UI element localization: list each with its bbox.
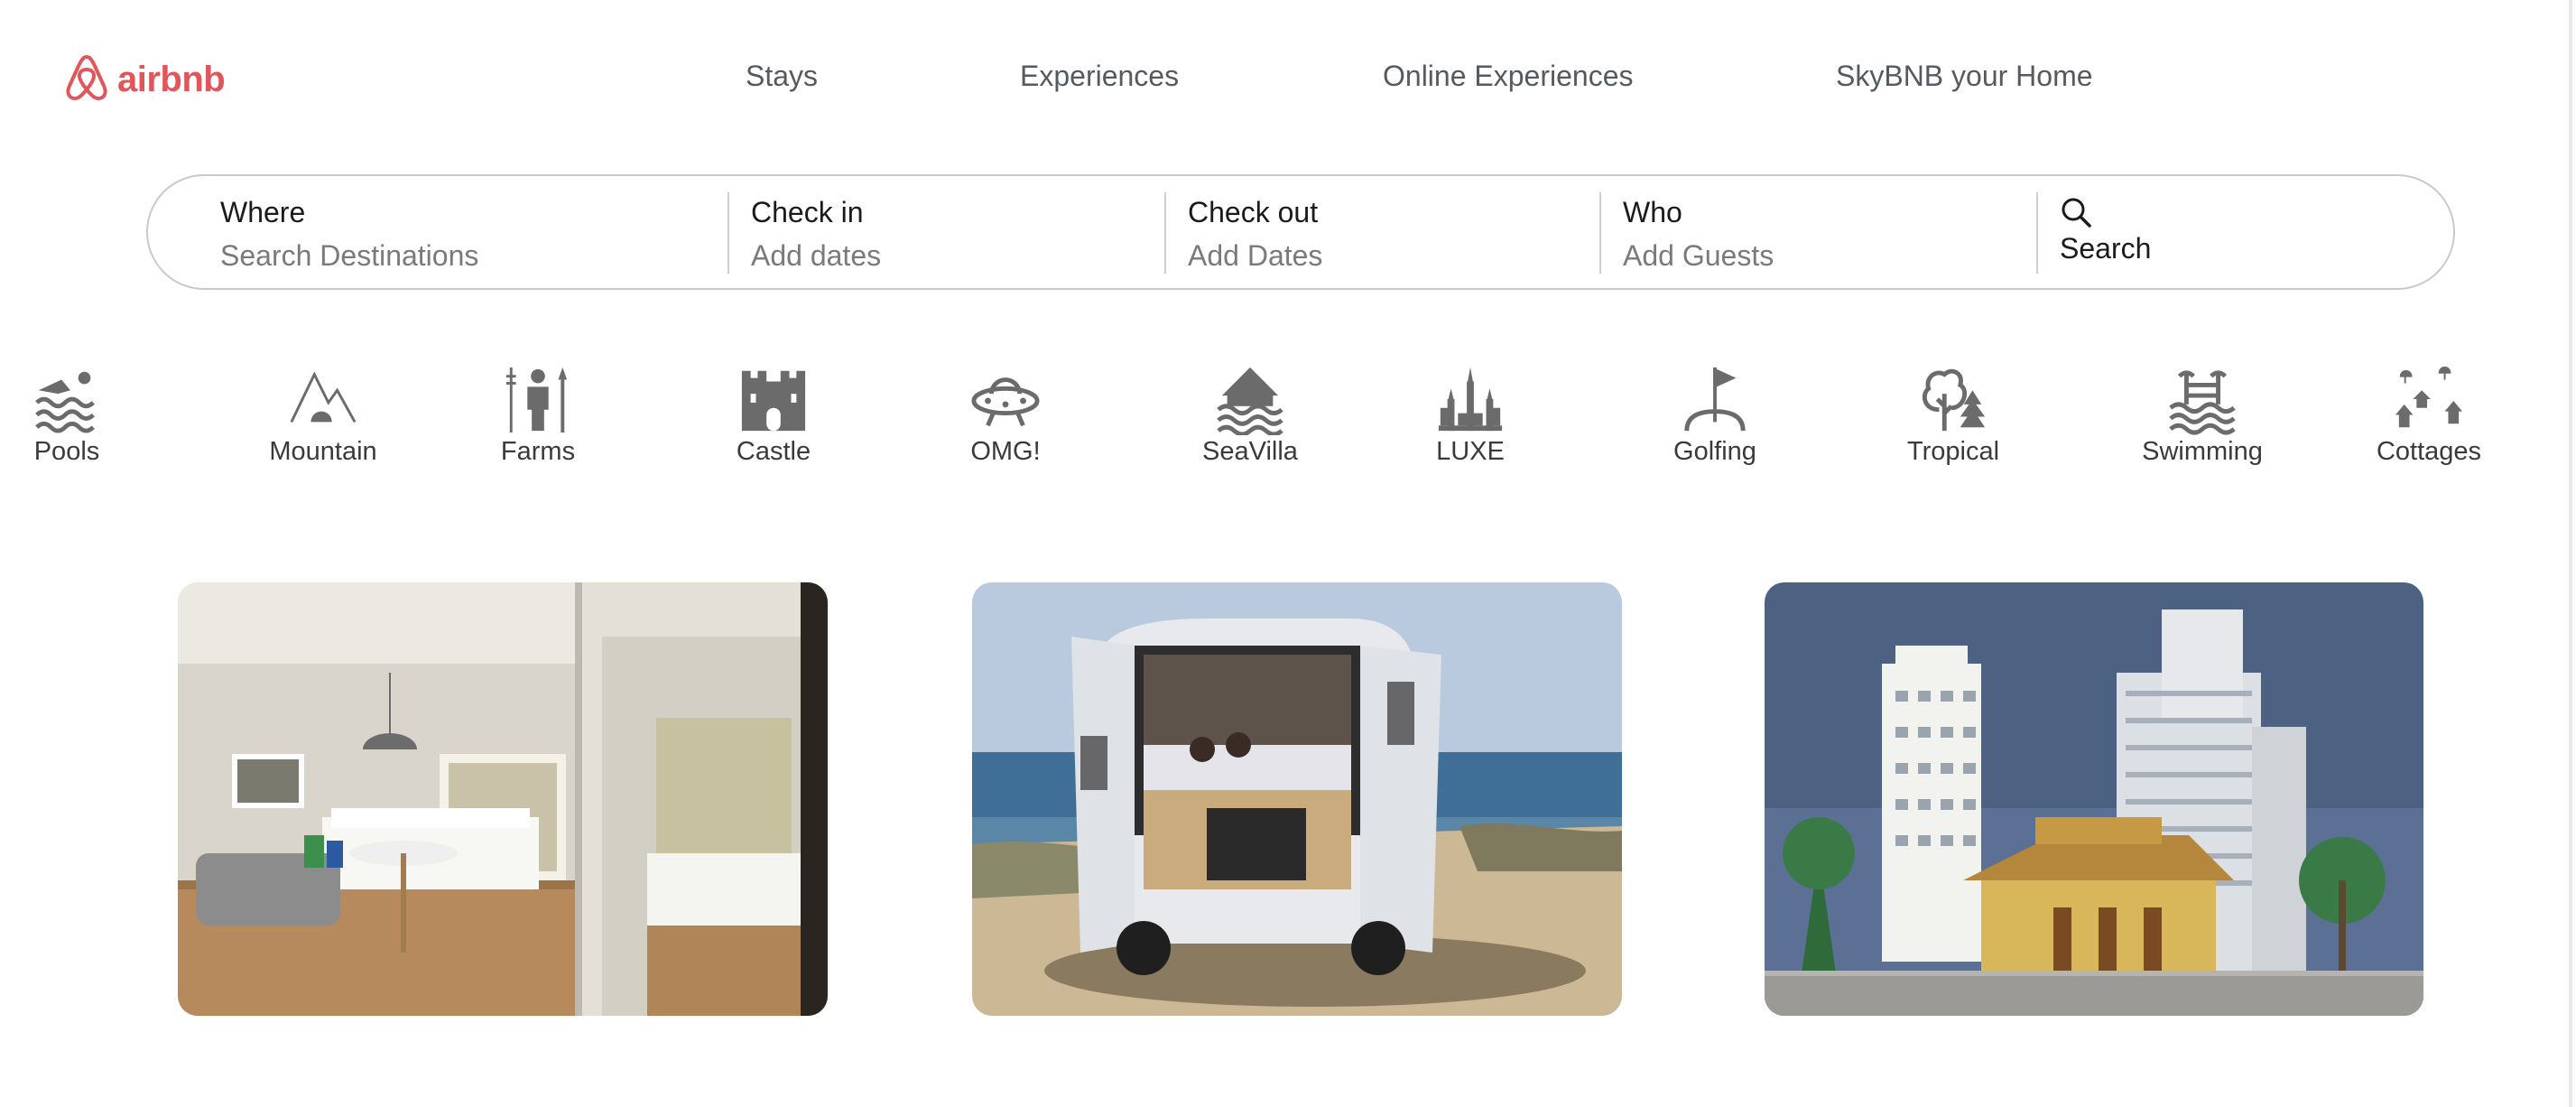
category-label: Castle [736,437,811,466]
category-label: SeaVilla [1202,437,1298,466]
who-field[interactable]: Who Add Guests [1601,176,2034,288]
category-mountain[interactable]: Mountain [251,361,395,479]
farm-icon [505,367,568,433]
category-pools[interactable]: Pools [0,361,139,479]
category-label: OMG! [970,437,1041,466]
category-tropical[interactable]: Tropical [1881,361,2025,479]
brand-name: airbnb [117,59,226,99]
category-castle[interactable]: Castle [701,361,846,479]
category-label: Tropical [1906,437,2000,466]
category-label: Pools [33,437,100,466]
checkin-label: Check in [751,196,864,228]
swimming-icon [2169,370,2236,435]
where-label: Where [220,196,306,228]
sea-villa-icon [1217,367,1283,435]
hotel-room-photo [178,582,828,1016]
checkout-field[interactable]: Check out Add Dates [1166,176,1599,288]
camper-van-beach-photo [972,582,1622,1016]
category-golfing[interactable]: Golfing [1643,361,1787,479]
listing-card-camper-van[interactable] [972,582,1622,1016]
ufo-icon [971,377,1040,427]
search-label: Search [2060,232,2152,265]
pool-icon [35,371,95,433]
category-label: Cottages [2376,437,2482,466]
who-placeholder: Add Guests [1623,239,1774,272]
category-label: Swimming [2142,437,2263,466]
category-omg[interactable]: OMG! [933,361,1078,479]
airbnb-logo-icon [63,51,110,108]
search-button[interactable]: Search [2038,176,2309,288]
category-label: Golfing [1673,437,1756,466]
golf-icon [1684,367,1746,432]
category-swimming[interactable]: Swimming [2130,361,2275,479]
category-label: Farms [500,437,576,466]
category-luxe[interactable]: LUXE [1398,361,1543,479]
checkin-field[interactable]: Check in Add dates [729,176,1163,288]
nav-skybnb-your-home[interactable]: SkyBNB your Home [1836,60,2093,93]
who-label: Who [1623,196,1682,228]
castle-icon [741,370,806,432]
listing-card-hotel-room[interactable] [178,582,828,1016]
temple-towers-photo [1765,582,2423,1016]
where-field[interactable]: Where Search Destinations [148,176,726,288]
search-bar: Where Search Destinations Check in Add d… [146,174,2455,290]
tropical-tree-icon [1922,368,1986,432]
cottage-icon [2395,366,2463,428]
category-farms[interactable]: Farms [466,361,610,479]
checkout-placeholder: Add Dates [1188,239,1323,272]
checkin-placeholder: Add dates [751,239,882,272]
scrollbar-edge [2569,0,2572,1107]
category-cottages[interactable]: Cottages [2357,361,2501,479]
nav-online-experiences[interactable]: Online Experiences [1383,60,1633,93]
category-bar: Pools Mountain Farms Castle OMG! SeaVill… [0,361,2576,479]
mountain-icon [290,371,357,423]
listing-card-temple-towers[interactable] [1765,582,2423,1016]
nav-experiences[interactable]: Experiences [1020,60,1179,93]
nav-stays[interactable]: Stays [746,60,818,93]
category-label: Mountain [269,437,377,466]
checkout-label: Check out [1188,196,1319,228]
search-icon [2060,196,2092,228]
category-label: LUXE [1436,437,1505,466]
airbnb-logo[interactable]: airbnb [63,51,226,108]
luxe-icon [1438,367,1503,432]
where-placeholder: Search Destinations [220,239,479,272]
category-seavilla[interactable]: SeaVilla [1178,361,1322,479]
